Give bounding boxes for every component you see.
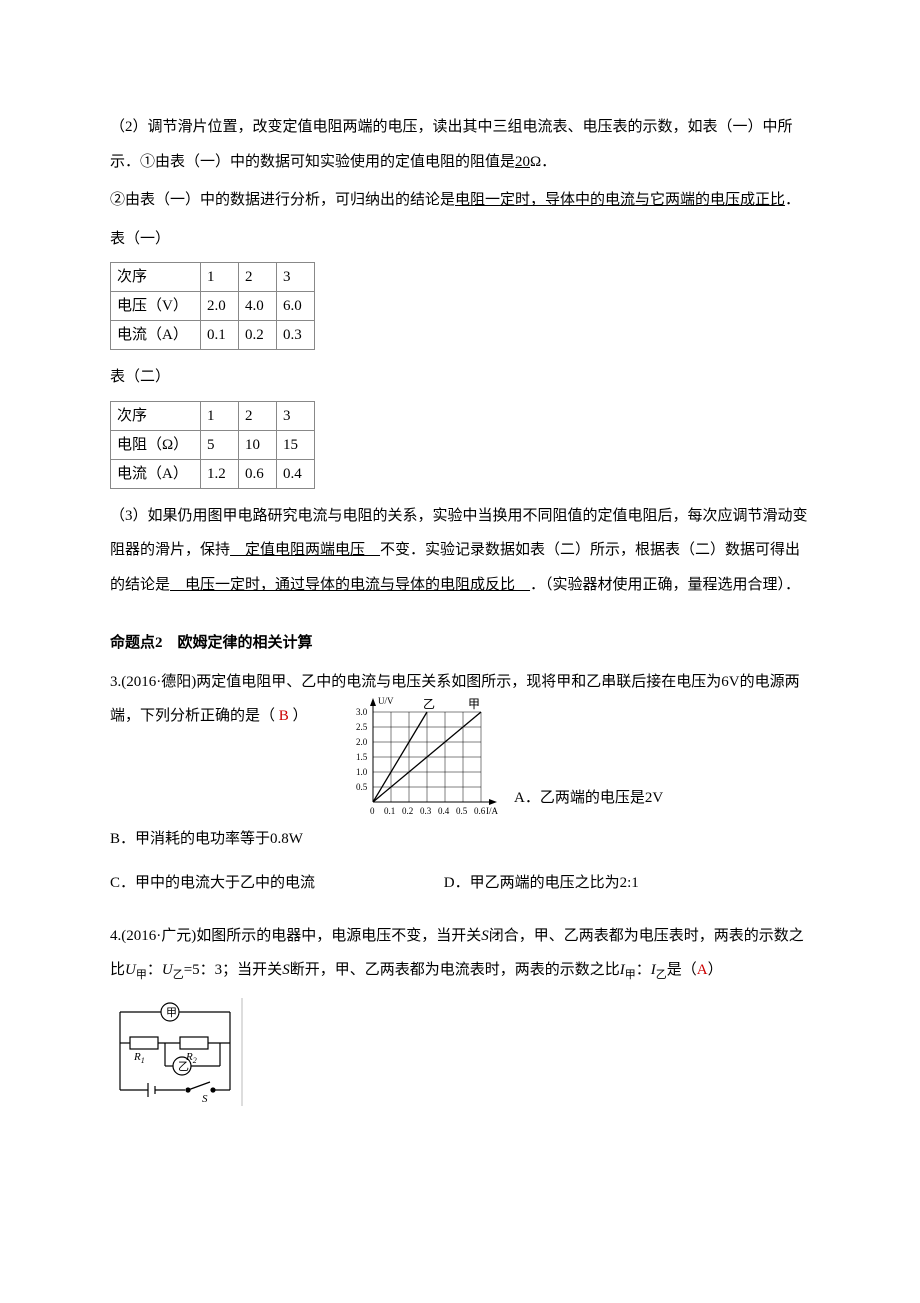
p2-post: ． [785, 192, 800, 208]
chart-svg: U/V I/A [338, 692, 508, 822]
q4-u2: U [162, 962, 173, 978]
q4: 4.(2016·广元)如图所示的电器中，电源电压不变，当开关S闭合，甲、乙两表都… [110, 919, 810, 989]
p3-blank2: 电压一定时，通过导体的电流与导体的电阻成反比 [170, 577, 530, 593]
xtick: 0.4 [438, 806, 450, 816]
cell: 0.6 [239, 459, 277, 488]
xtick: 0.1 [384, 806, 395, 816]
cell: 5 [201, 430, 239, 459]
q4-c: =5：3；当开关 [184, 962, 282, 978]
meter-jia: 甲 [166, 1007, 177, 1019]
p3-c: ．（实验器材使用正确，量程选用合理）． [530, 577, 800, 593]
q4-s2: S [282, 962, 290, 978]
circuit-svg: 甲 乙 R1 R2 S [110, 998, 250, 1108]
q4-s1: S [481, 928, 489, 944]
y-label: U/V [378, 696, 394, 706]
cell: 电压（V） [111, 292, 201, 321]
cell: 6.0 [277, 292, 315, 321]
table-row: 电流（A） 1.2 0.6 0.4 [111, 459, 315, 488]
p1-pre: （2）调节滑片位置，改变定值电阻两端的电压，读出其中三组电流表、电压表的示数，如… [110, 119, 793, 170]
p1-blank: 20 [515, 154, 530, 170]
r2sub: 2 [193, 1056, 197, 1065]
xtick: 0.3 [420, 806, 432, 816]
cell: 3 [277, 263, 315, 292]
q3-optC: C．甲中的电流大于乙中的电流 [110, 866, 440, 901]
q4-e: 是（ [667, 962, 697, 978]
x-label: I/A [486, 806, 498, 816]
ytick: 2.0 [356, 737, 368, 747]
cell: 0.1 [201, 321, 239, 350]
series-label-yi: 乙 [423, 697, 435, 711]
para-2-2: ②由表（一）中的数据进行分析，可归纳出的结论是电阻一定时，导体中的电流与它两端的… [110, 183, 810, 218]
q4-yi2: 乙 [656, 969, 667, 981]
xtick: 0.6 [474, 806, 486, 816]
table-2: 次序 1 2 3 电阻（Ω） 5 10 15 电流（A） 1.2 0.6 0.4 [110, 401, 315, 489]
cell: 次序 [111, 401, 201, 430]
p1-post: Ω． [530, 154, 556, 170]
table-1: 次序 1 2 3 电压（V） 2.0 4.0 6.0 电流（A） 0.1 0.2… [110, 262, 315, 350]
section-title-2: 命题点2 欧姆定律的相关计算 [110, 626, 810, 661]
q3-answer: B [275, 708, 293, 724]
r1sub: 1 [141, 1056, 145, 1065]
table-row: 电流（A） 0.1 0.2 0.3 [111, 321, 315, 350]
circuit-diagram: 甲 乙 R1 R2 S [110, 998, 810, 1108]
q4-a: 4.(2016·广元)如图所示的电器中，电源电压不变，当开关 [110, 928, 481, 944]
ytick: 2.5 [356, 722, 368, 732]
para-2-1: （2）调节滑片位置，改变定值电阻两端的电压，读出其中三组电流表、电压表的示数，如… [110, 110, 810, 179]
q4-jia2: 甲 [625, 969, 636, 981]
p2-pre: ②由表（一）中的数据进行分析，可归纳出的结论是 [110, 192, 455, 208]
para-3: （3）如果仍用图甲电路研究电流与电阻的关系，实验中当换用不同阻值的定值电阻后，每… [110, 499, 810, 603]
q3-optB: B．甲消耗的电功率等于0.8W [110, 822, 810, 857]
cell: 1 [201, 401, 239, 430]
q4-yi1: 乙 [173, 969, 184, 981]
table1-caption: 表（一） [110, 222, 810, 257]
table2-caption: 表（二） [110, 360, 810, 395]
q4-answer: A [697, 962, 708, 978]
q4-col1: ： [147, 962, 162, 978]
xtick: 0.2 [402, 806, 413, 816]
cell: 电流（A） [111, 321, 201, 350]
cell: 1.2 [201, 459, 239, 488]
cell: 2 [239, 263, 277, 292]
p2-blank: 电阻一定时，导体中的电流与它两端的电压成正比 [455, 192, 785, 208]
cell: 1 [201, 263, 239, 292]
xtick: 0.5 [456, 806, 468, 816]
cell: 电阻（Ω） [111, 430, 201, 459]
cell: 0.4 [277, 459, 315, 488]
cell: 15 [277, 430, 315, 459]
q4-f: ） [708, 962, 723, 978]
series-label-jia: 甲 [468, 697, 480, 711]
q4-col2: ： [636, 962, 651, 978]
q3-optD: D．甲乙两端的电压之比为2:1 [444, 875, 639, 891]
ytick: 1.5 [356, 752, 368, 762]
q4-d: 断开，甲、乙两表都为电流表时，两表的示数之比 [290, 962, 620, 978]
table-row: 电压（V） 2.0 4.0 6.0 [111, 292, 315, 321]
cell: 0.3 [277, 321, 315, 350]
cell: 2 [239, 401, 277, 430]
q4-jia1: 甲 [136, 969, 147, 981]
cell: 4.0 [239, 292, 277, 321]
svg-text:R1: R1 [133, 1051, 145, 1065]
q3-optA: A．乙两端的电压是2V [514, 781, 663, 816]
iv-chart: U/V I/A [338, 692, 508, 822]
ytick: 1.0 [356, 767, 368, 777]
p3-blank1: 定值电阻两端电压 [230, 542, 380, 558]
table-row: 次序 1 2 3 [111, 263, 315, 292]
xtick: 0 [370, 806, 375, 816]
cell: 2.0 [201, 292, 239, 321]
switch-label: S [202, 1093, 208, 1105]
table-row: 电阻（Ω） 5 10 15 [111, 430, 315, 459]
ytick: 3.0 [356, 707, 368, 717]
q4-u1: U [125, 962, 136, 978]
q3-close: ） [293, 708, 308, 724]
cell: 10 [239, 430, 277, 459]
cell: 3 [277, 401, 315, 430]
ytick: 0.5 [356, 782, 368, 792]
svg-text:R2: R2 [185, 1051, 197, 1065]
cell: 次序 [111, 263, 201, 292]
cell: 0.2 [239, 321, 277, 350]
table-row: 次序 1 2 3 [111, 401, 315, 430]
q3-opts-cd: C．甲中的电流大于乙中的电流 D．甲乙两端的电压之比为2:1 [110, 866, 810, 901]
cell: 电流（A） [111, 459, 201, 488]
